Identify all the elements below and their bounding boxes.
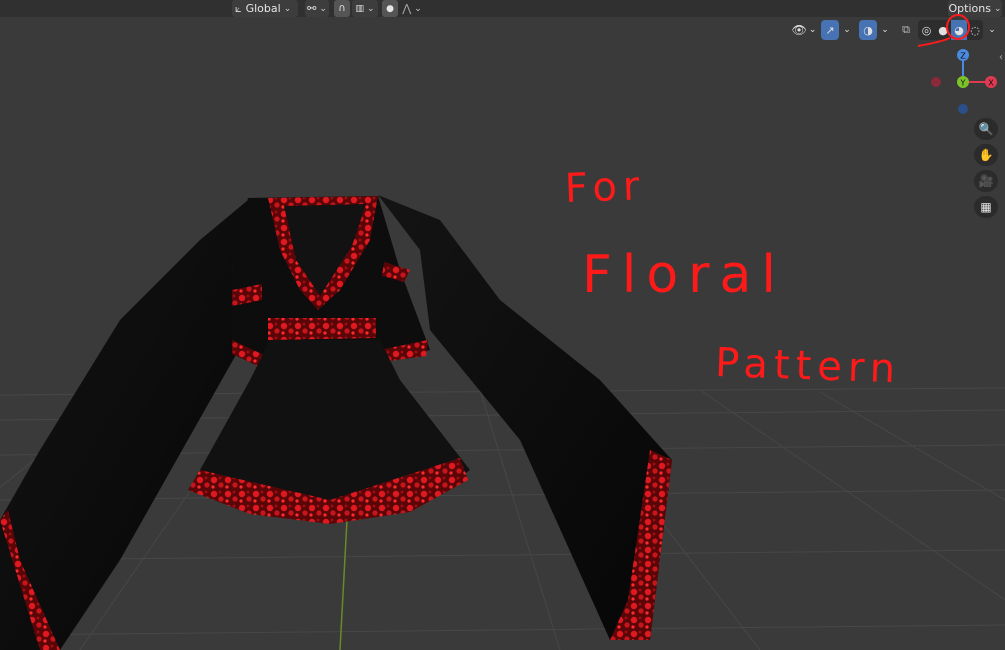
gizmo-dropdown[interactable]: ⌄ [840,20,854,40]
gizmo-toggle[interactable]: ↗ [821,20,839,40]
falloff-curve-icon: ⋀ [402,2,412,15]
transform-orientation-dropdown[interactable]: ⟀ Global ⌄ [232,0,298,17]
proportional-editing-toggle[interactable]: ● [382,0,398,17]
gizmo-y-label: Y [960,79,966,88]
kimono-dress-model[interactable] [0,195,672,650]
zoom-button[interactable]: 🔍 [974,118,998,140]
gizmo-toggle-icon: ↗ [825,23,835,37]
chevron-down-icon: ⌄ [283,3,292,14]
snap-target-dropdown[interactable]: ▥ ⌄ [352,0,378,17]
overlays-dropdown[interactable]: ⌄ [878,20,892,40]
visibility-eye-icon: 👁 [791,23,807,37]
snap-increment-icon: ▥ [355,3,364,14]
chevron-down-icon: ⌄ [988,25,996,35]
y-axis-line [339,519,348,650]
transform-orientation-icon: ⟀ [235,1,242,15]
annotation-line-2: Floral [582,245,786,305]
gizmo-x-label: X [988,79,994,88]
chevron-down-icon: ⌄ [808,25,817,35]
hand-pan-icon: ✋ [978,148,994,162]
red-annotation-marks [917,14,970,47]
transform-orientation-label: Global [245,2,281,15]
proportional-editing-icon: ● [386,3,394,14]
gizmo-neg-z [958,104,968,114]
pan-button[interactable]: ✋ [974,144,998,166]
3d-viewport[interactable] [0,0,1005,650]
proportional-falloff-dropdown[interactable]: ⋀ ⌄ [400,0,424,17]
chevron-down-icon: ⌄ [366,3,375,14]
pivot-point-dropdown[interactable]: ⚯ ⌄ [305,0,329,17]
selectability-visibility-dropdown[interactable]: 👁 ⌄ [790,20,818,40]
viewport-canvas [0,195,1005,650]
chevron-down-icon: ⌄ [319,3,327,14]
pivot-point-icon: ⚯ [307,2,317,15]
chevron-down-icon: ⌄ [843,25,851,35]
sidebar-toggle[interactable]: ‹ [999,52,1005,66]
perspective-grid-icon: ▦ [980,200,992,214]
shading-dropdown[interactable]: ⌄ [985,20,999,40]
zoom-icon: 🔍 [978,122,994,136]
chevron-down-icon: ⌄ [993,3,1002,14]
camera-icon: 🎥 [978,174,994,188]
snap-icon: ∩ [338,3,346,14]
gizmo-neg-x [931,77,941,87]
chevron-down-icon: ⌄ [414,3,422,14]
viewport-header [0,0,1005,17]
xray-icon: ⧉ [902,23,910,36]
camera-view-button[interactable]: 🎥 [974,170,998,192]
overlays-toggle[interactable]: ◑ [859,20,877,40]
perspective-toggle-button[interactable]: ▦ [974,196,998,218]
annotation-line-3: Pattern [714,340,902,393]
annotation-line-1: For [564,163,647,212]
snap-toggle[interactable]: ∩ [334,0,350,17]
chevron-down-icon: ⌄ [881,25,889,35]
overlays-icon: ◑ [863,23,873,37]
